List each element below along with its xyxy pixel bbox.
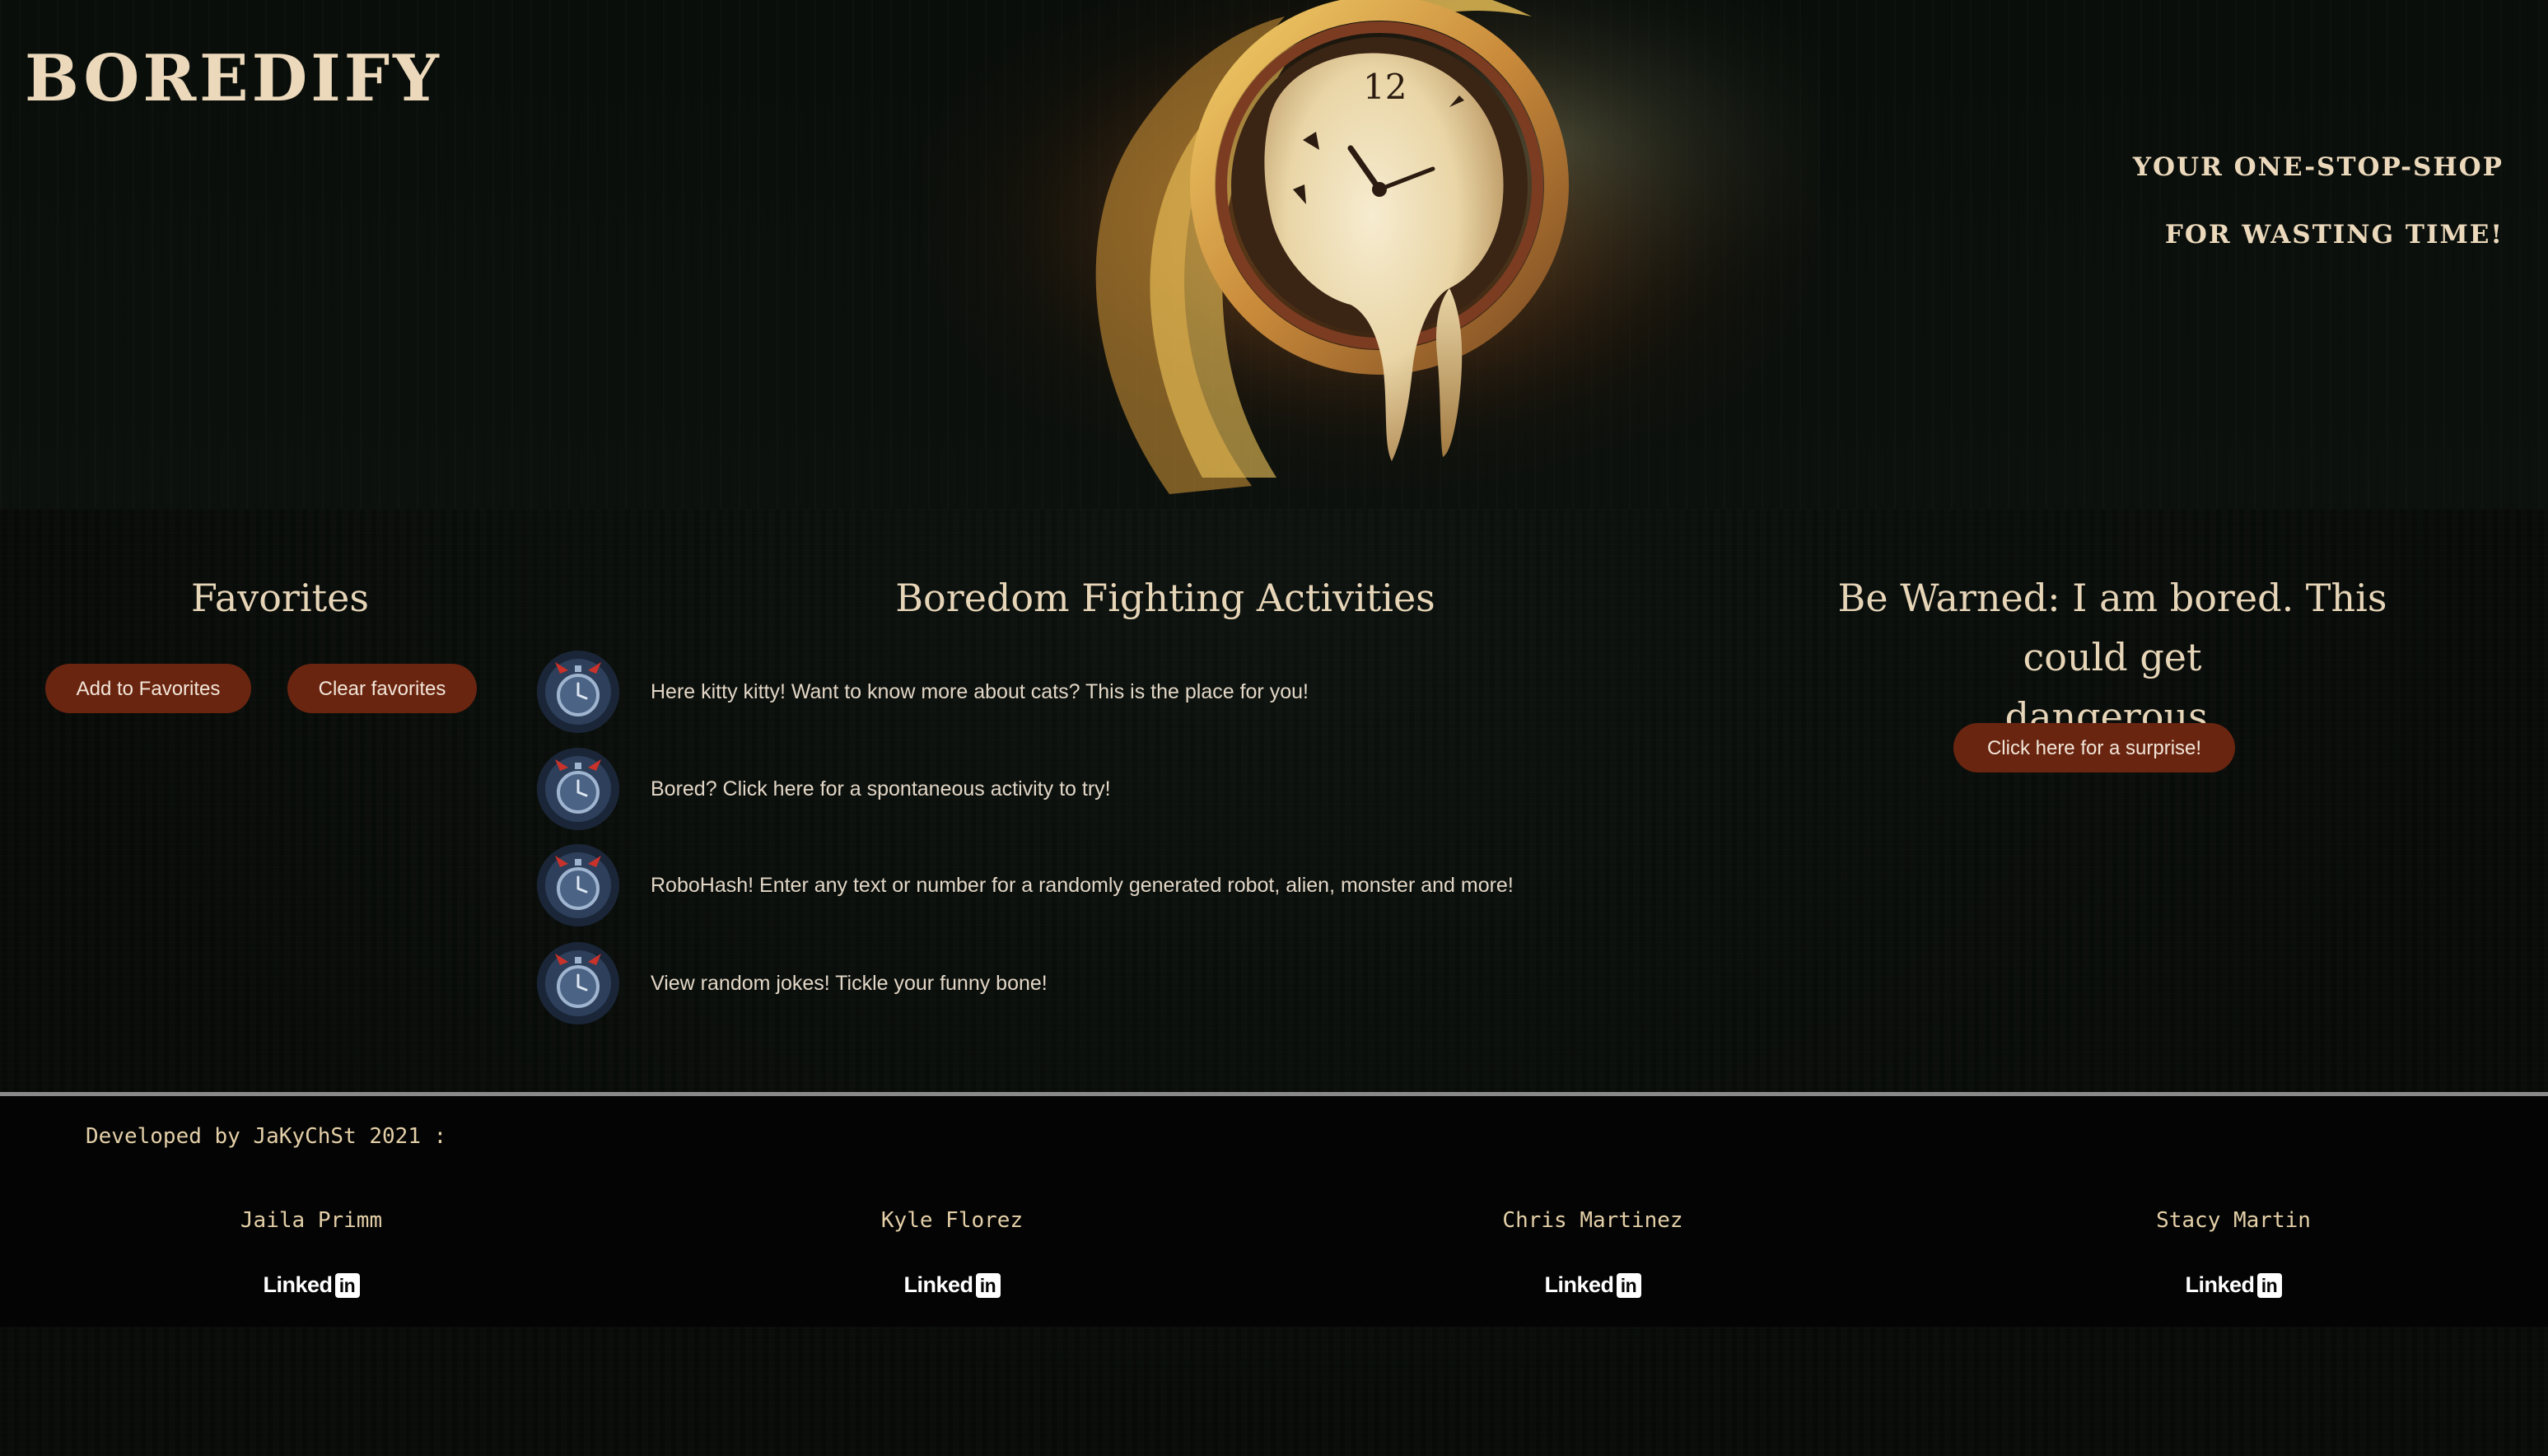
team-member: Kyle Florez Linked in <box>746 1208 1158 1298</box>
linkedin-wordmark: Linked <box>2185 1272 2255 1297</box>
team-member: Chris Martinez Linked in <box>1387 1208 1799 1298</box>
linkedin-link[interactable]: Linked in <box>2185 1272 2282 1298</box>
linkedin-icon: in <box>975 1272 1001 1298</box>
linkedin-link[interactable]: Linked in <box>903 1272 1001 1298</box>
activity-text[interactable]: Bored? Click here for a spontaneous acti… <box>651 746 1111 832</box>
linkedin-link[interactable]: Linked in <box>1544 1272 1641 1298</box>
linkedin-icon: in <box>1616 1272 1641 1298</box>
tagline-line-2: for wasting time! <box>2164 220 2504 250</box>
footer: Developed by JaKyChSt 2021 : Jaila Primm… <box>0 1096 2548 1327</box>
devil-stopwatch-icon[interactable] <box>535 940 621 1026</box>
add-to-favorites-button[interactable]: Add to Favorites <box>45 664 251 713</box>
activity-text[interactable]: View random jokes! Tickle your funny bon… <box>651 940 1048 1026</box>
devil-stopwatch-icon[interactable] <box>535 649 621 735</box>
linkedin-wordmark: Linked <box>903 1272 973 1297</box>
member-name: Stacy Martin <box>2156 1208 2311 1233</box>
clear-favorites-button[interactable]: Clear favorites <box>287 664 477 713</box>
team-member: Jaila Primm Linked in <box>105 1208 517 1298</box>
member-name: Kyle Florez <box>880 1208 1024 1233</box>
activity-text[interactable]: Here kitty kitty! Want to know more abou… <box>651 649 1309 735</box>
linkedin-icon: in <box>334 1272 360 1298</box>
linkedin-link[interactable]: Linked in <box>263 1272 360 1298</box>
linkedin-icon: in <box>2256 1272 2282 1298</box>
member-name: Jaila Primm <box>240 1208 383 1233</box>
activity-item-cats[interactable]: Here kitty kitty! Want to know more abou… <box>535 649 1606 735</box>
svg-text:12: 12 <box>1363 67 1407 107</box>
developed-by-text: Developed by JaKyChSt 2021 : <box>86 1124 447 1149</box>
devil-stopwatch-icon[interactable] <box>535 842 621 928</box>
linkedin-wordmark: Linked <box>1544 1272 1614 1297</box>
hero-header: 12 Boredify Your one-stop-shop for wasti… <box>0 0 2548 509</box>
surprise-button[interactable]: Click here for a surprise! <box>1953 723 2235 772</box>
activity-item-jokes[interactable]: View random jokes! Tickle your funny bon… <box>535 940 1606 1026</box>
linkedin-wordmark: Linked <box>263 1272 333 1297</box>
main-content: Favorites Add to Favorites Clear favorit… <box>0 509 2548 1094</box>
site-tagline: Your one-stop-shop for wasting time! <box>2133 133 2504 268</box>
site-logo[interactable]: Boredify <box>25 41 442 116</box>
activity-item-bored[interactable]: Bored? Click here for a spontaneous acti… <box>535 746 1606 832</box>
activities-title: Boredom Fighting Activities <box>895 576 1435 620</box>
member-name: Chris Martinez <box>1502 1208 1683 1233</box>
activity-text[interactable]: RoboHash! Enter any text or number for a… <box>651 842 1514 928</box>
favorites-title: Favorites <box>191 576 369 620</box>
tagline-line-1: Your one-stop-shop <box>2132 152 2504 182</box>
devil-stopwatch-icon[interactable] <box>535 746 621 832</box>
warning-title-line-1: Be Warned: I am bored. This could get <box>1837 576 2387 679</box>
team-member: Stacy Martin Linked in <box>2028 1208 2439 1298</box>
melting-clock-illustration: 12 <box>922 0 1820 509</box>
activity-item-robohash[interactable]: RoboHash! Enter any text or number for a… <box>535 842 1606 928</box>
warning-title: Be Warned: I am bored. This could get da… <box>1795 568 2429 746</box>
